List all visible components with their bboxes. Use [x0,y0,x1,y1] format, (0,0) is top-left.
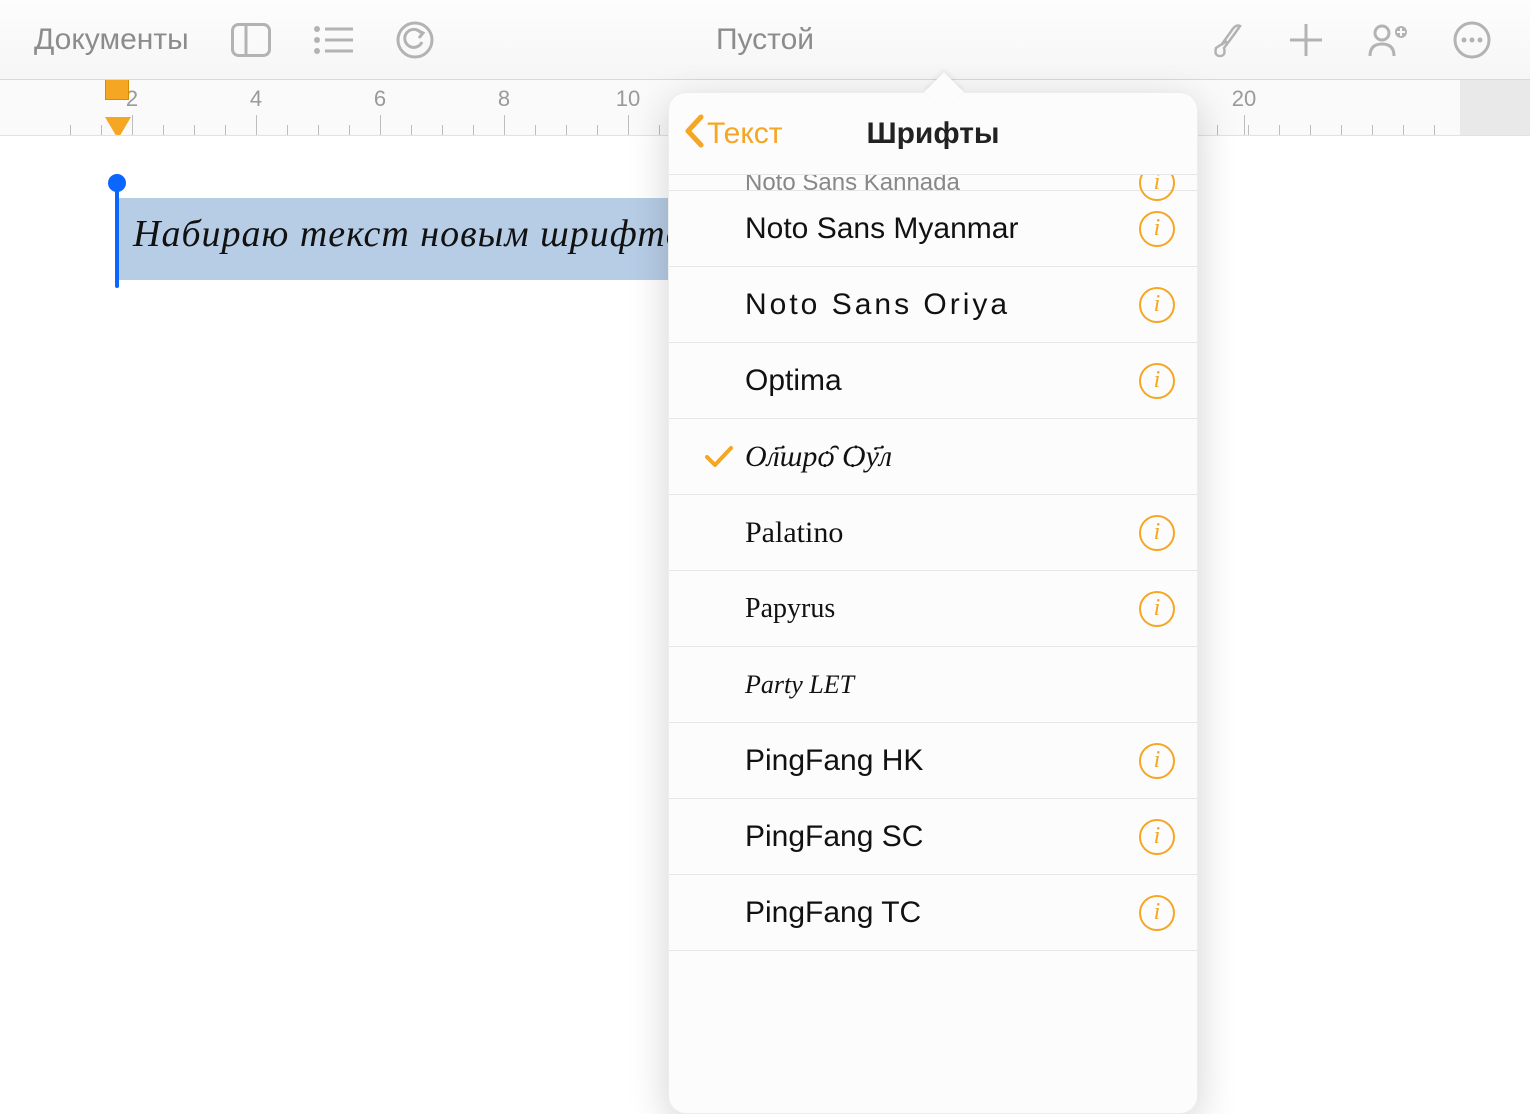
font-info-icon[interactable]: i [1139,819,1175,855]
chevron-left-icon [683,113,705,154]
toolbar: Документы Пустой [0,0,1530,80]
font-row[interactable]: PingFang TCi [669,875,1197,951]
font-name-label: Optima [745,364,1139,398]
ruler-tick-label: 8 [498,86,510,112]
document-title[interactable]: Пустой [716,23,814,57]
ruler-tick-label: 10 [616,86,640,112]
popover-header: Текст Шрифты [669,93,1197,175]
font-info-icon[interactable]: i [1139,743,1175,779]
font-name-label: PingFang TC [745,896,1139,930]
font-info-icon[interactable]: i [1139,591,1175,627]
font-info-icon[interactable]: i [1139,211,1175,247]
font-name-label: Noto Sans Oriya [745,288,1139,322]
font-info-icon[interactable]: i [1139,363,1175,399]
font-row[interactable]: Papyrusi [669,571,1197,647]
font-name-label: Party LET [745,670,1175,700]
ruler-indent-marker-bottom[interactable] [105,117,131,136]
ruler-tick-label: 4 [250,86,262,112]
list-view-icon[interactable] [313,25,353,55]
ruler-tick-label: 20 [1232,86,1256,112]
font-name-label: Noto Sans Myanmar [745,212,1139,246]
ruler-indent-marker-top[interactable] [105,80,129,100]
more-icon[interactable] [1452,20,1492,60]
format-brush-icon[interactable] [1206,20,1246,60]
font-list[interactable]: Noto Sans KannadaiNoto Sans MyanmariNoto… [669,175,1197,1113]
ruler-tick-label: 6 [374,86,386,112]
font-row[interactable]: Noto Sans Myanmari [669,191,1197,267]
font-name-label: Ол҃шрѻ̑ Ѻу҃л [745,440,1175,474]
font-row[interactable]: Party LET [669,647,1197,723]
font-selected-check-icon [693,444,745,470]
documents-button[interactable]: Документы [34,23,189,57]
font-row[interactable]: Ол҃шрѻ̑ Ѻу҃л [669,419,1197,495]
add-icon[interactable] [1288,22,1324,58]
collaborate-icon[interactable] [1366,20,1410,60]
undo-icon[interactable] [395,20,435,60]
sidebar-toggle-icon[interactable] [231,23,271,57]
popover-back-label: Текст [707,117,783,151]
font-name-label: Papyrus [745,593,1139,625]
font-row[interactable]: Palatinoi [669,495,1197,571]
font-info-icon[interactable]: i [1139,515,1175,551]
font-name-label: PingFang SC [745,820,1139,854]
popover-title: Шрифты [866,117,999,151]
font-info-icon[interactable]: i [1139,895,1175,931]
font-row[interactable]: Noto Sans Kannadai [669,175,1197,191]
font-row[interactable]: PingFang SCi [669,799,1197,875]
popover-back-button[interactable]: Текст [669,113,783,154]
font-info-icon[interactable]: i [1139,287,1175,323]
font-row[interactable]: Optimai [669,343,1197,419]
font-name-label: PingFang HK [745,744,1139,778]
font-row[interactable]: Noto Sans Oriyai [669,267,1197,343]
ruler-margin-shade [1460,80,1530,135]
font-name-label: Palatino [745,516,1139,550]
fonts-popover: Текст Шрифты Noto Sans KannadaiNoto Sans… [668,92,1198,1114]
font-row[interactable]: PingFang HKi [669,723,1197,799]
